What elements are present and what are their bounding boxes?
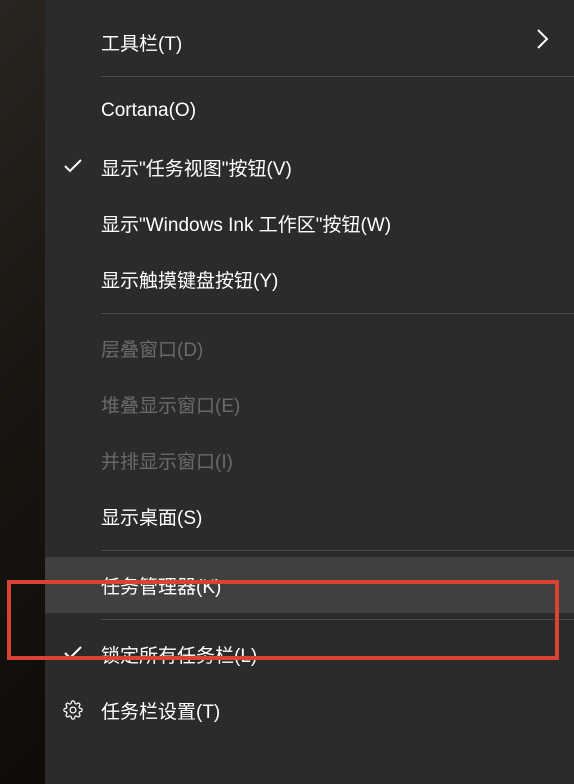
menu-item-label: 任务管理器(K) bbox=[101, 572, 550, 599]
menu-separator bbox=[101, 619, 574, 620]
menu-item-label: 任务栏设置(T) bbox=[101, 697, 550, 724]
menu-separator bbox=[101, 313, 574, 314]
menu-item-show-desktop[interactable]: 显示桌面(S) bbox=[45, 488, 574, 544]
check-icon bbox=[63, 154, 83, 180]
menu-separator bbox=[101, 550, 574, 551]
menu-item-label: 并排显示窗口(I) bbox=[101, 447, 550, 474]
menu-item-lock-taskbar[interactable]: 锁定所有任务栏(L) bbox=[45, 626, 574, 682]
menu-item-label: 工具栏(T) bbox=[101, 29, 536, 56]
icon-slot bbox=[45, 641, 101, 667]
check-icon bbox=[63, 641, 83, 667]
menu-item-label: 显示触摸键盘按钮(Y) bbox=[101, 266, 550, 293]
menu-item-label: 锁定所有任务栏(L) bbox=[101, 641, 550, 668]
taskbar-context-menu: 工具栏(T) Cortana(O) 显示"任务视图"按钮(V) 显示"Windo… bbox=[45, 0, 574, 784]
icon-slot bbox=[45, 154, 101, 180]
menu-item-windows-ink[interactable]: 显示"Windows Ink 工作区"按钮(W) bbox=[45, 195, 574, 251]
menu-item-stack-windows: 堆叠显示窗口(E) bbox=[45, 376, 574, 432]
gear-icon bbox=[45, 700, 101, 720]
menu-separator bbox=[101, 76, 574, 77]
menu-item-touch-keyboard[interactable]: 显示触摸键盘按钮(Y) bbox=[45, 251, 574, 307]
menu-item-toolbars[interactable]: 工具栏(T) bbox=[45, 14, 574, 70]
menu-item-side-by-side: 并排显示窗口(I) bbox=[45, 432, 574, 488]
menu-item-label: 显示桌面(S) bbox=[101, 503, 550, 530]
menu-item-cortana[interactable]: Cortana(O) bbox=[45, 83, 574, 139]
chevron-right-icon bbox=[536, 28, 550, 56]
menu-item-task-view[interactable]: 显示"任务视图"按钮(V) bbox=[45, 139, 574, 195]
menu-item-label: 显示"Windows Ink 工作区"按钮(W) bbox=[101, 210, 550, 237]
menu-item-label: Cortana(O) bbox=[101, 100, 550, 122]
menu-item-label: 显示"任务视图"按钮(V) bbox=[101, 154, 550, 181]
menu-item-task-manager[interactable]: 任务管理器(K) bbox=[45, 557, 574, 613]
menu-item-label: 层叠窗口(D) bbox=[101, 335, 550, 362]
menu-item-label: 堆叠显示窗口(E) bbox=[101, 391, 550, 418]
menu-item-taskbar-settings[interactable]: 任务栏设置(T) bbox=[45, 682, 574, 738]
menu-item-cascade-windows: 层叠窗口(D) bbox=[45, 320, 574, 376]
desktop-background bbox=[0, 0, 45, 784]
